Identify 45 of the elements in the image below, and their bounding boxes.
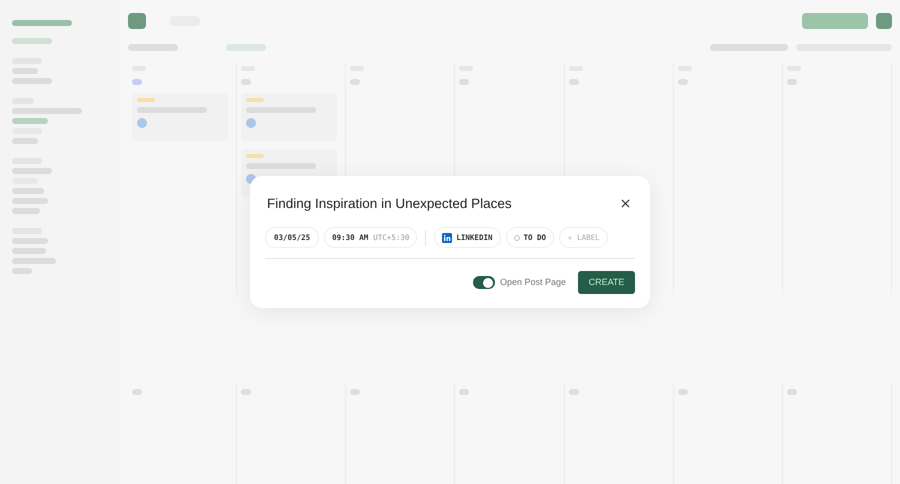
blurred-sidebar-entry [12,258,56,264]
blurred-date [568,79,579,85]
blurred-date [786,389,797,395]
blurred-sidebar-entry [12,20,72,26]
blurred-date [678,389,688,395]
blurred-today-button[interactable] [226,44,266,50]
blurred-month-label [128,44,178,50]
blurred-date [568,389,579,395]
blurred-sidebar-entry [12,188,44,194]
blurred-sidebar-entry [12,198,48,204]
blurred-view-button[interactable] [128,13,146,29]
blurred-date [350,79,360,85]
blurred-date [459,389,470,395]
toggle-label: Open Post Page [500,276,566,289]
dialog-title: Finding Inspiration in Unexpected Places [267,194,512,213]
blurred-sidebar-entry [12,238,48,244]
blurred-date [786,79,797,85]
blurred-sidebar-entry [12,138,38,144]
blurred-date [132,389,142,395]
blurred-sidebar-entry [12,78,52,84]
blurred-date [678,79,688,85]
blurred-sidebar-entry [12,268,32,274]
open-post-toggle[interactable] [472,276,495,290]
blurred-sidebar-entry [12,108,82,114]
blurred-date [350,389,360,395]
blurred-sidebar-entry [12,248,46,254]
blurred-sidebar-entry [12,118,48,124]
create-button[interactable]: CREATE [578,271,635,294]
blurred-sidebar-entry [12,38,52,44]
blurred-sidebar-entry [12,68,38,74]
blurred-post-card[interactable] [132,93,228,141]
blurred-date [459,79,470,85]
blurred-add-button[interactable] [876,13,892,29]
status-circle-icon [514,234,520,241]
blurred-date [241,389,252,395]
blurred-date [132,79,142,85]
plus-icon [567,234,574,241]
blurred-sidebar-entry [12,208,40,214]
close-icon[interactable] [619,197,632,210]
linkedin-icon [442,232,452,243]
blurred-hide-campaigns-button[interactable] [710,44,788,50]
blurred-sidebar-entry [12,168,52,174]
blurred-date [241,79,252,85]
blurred-primary-button[interactable] [802,13,868,29]
blurred-post-card[interactable] [241,93,338,141]
